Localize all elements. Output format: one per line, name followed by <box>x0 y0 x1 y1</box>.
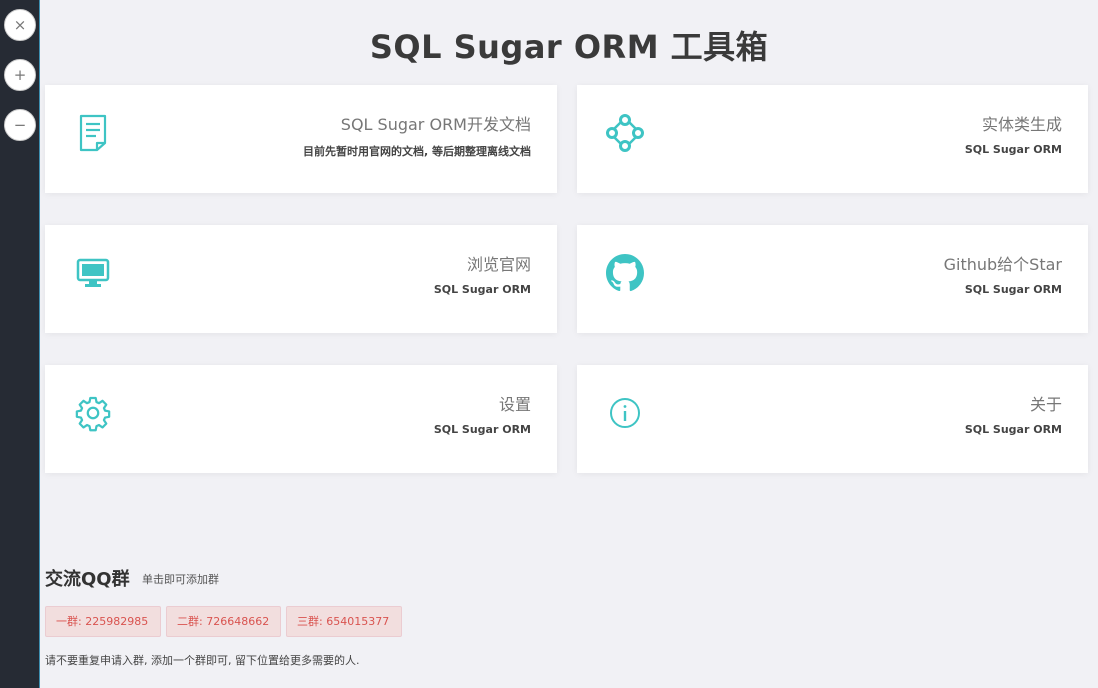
card-subtitle: SQL Sugar ORM <box>964 143 1062 156</box>
plus-icon: + <box>13 65 27 84</box>
page-title: SQL Sugar ORM 工具箱 <box>369 28 769 66</box>
card-subtitle: SQL Sugar ORM <box>964 423 1062 436</box>
info-icon <box>605 393 645 433</box>
card-github-star[interactable]: Github给个Star SQL Sugar ORM <box>577 225 1088 333</box>
qq-section-title: 交流QQ群 <box>45 569 130 590</box>
card-title: 浏览官网 <box>466 255 531 274</box>
qq-note: 请不要重复申请入群, 添加一个群即可, 留下位置给更多需要的人. <box>45 654 360 667</box>
qq-group-2-button[interactable]: 二群: 726648662 <box>166 606 281 637</box>
monitor-icon <box>73 253 113 293</box>
card-website[interactable]: 浏览官网 SQL Sugar ORM <box>45 225 557 333</box>
card-subtitle: SQL Sugar ORM <box>964 283 1062 296</box>
card-subtitle: SQL Sugar ORM <box>433 423 531 436</box>
close-icon: × <box>13 15 27 34</box>
sidebar: × + − <box>0 0 40 688</box>
github-icon <box>605 253 645 293</box>
card-title: Github给个Star <box>943 255 1062 274</box>
qq-group-3-button[interactable]: 三群: 654015377 <box>286 606 402 637</box>
card-title: 关于 <box>1029 395 1062 414</box>
card-about[interactable]: 关于 SQL Sugar ORM <box>577 365 1088 473</box>
gear-icon <box>73 393 113 433</box>
card-settings[interactable]: 设置 SQL Sugar ORM <box>45 365 557 473</box>
add-button[interactable]: + <box>4 59 36 91</box>
card-title: 设置 <box>498 395 531 414</box>
card-title: SQL Sugar ORM开发文档 <box>340 115 531 134</box>
qq-group-1-button[interactable]: 一群: 225982985 <box>45 606 161 637</box>
close-button[interactable]: × <box>4 9 36 41</box>
document-icon <box>73 113 113 153</box>
qq-section-hint: 单击即可添加群 <box>142 573 219 586</box>
nodes-icon <box>605 113 645 153</box>
card-title: 实体类生成 <box>981 115 1062 134</box>
card-subtitle: SQL Sugar ORM <box>433 283 531 296</box>
minus-icon: − <box>13 115 27 134</box>
card-subtitle: 目前先暂时用官网的文档, 等后期整理离线文档 <box>302 145 531 158</box>
remove-button[interactable]: − <box>4 109 36 141</box>
card-entity-generate[interactable]: 实体类生成 SQL Sugar ORM <box>577 85 1088 193</box>
card-docs[interactable]: SQL Sugar ORM开发文档 目前先暂时用官网的文档, 等后期整理离线文档 <box>45 85 557 193</box>
